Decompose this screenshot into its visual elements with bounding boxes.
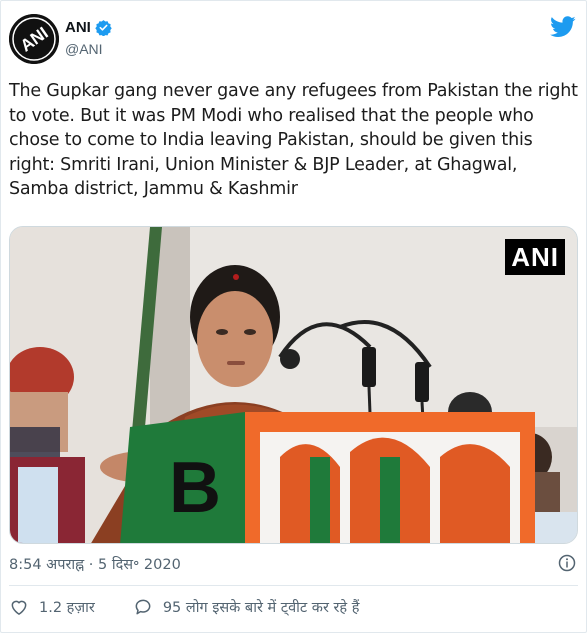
heart-icon	[11, 600, 27, 615]
account-avatar[interactable]: ANI	[9, 14, 59, 64]
like-count: 1.2 हज़ार	[39, 600, 95, 616]
conversation-link[interactable]: 95 लोग इसके बारे में ट्वीट कर रहे हैं	[133, 597, 360, 617]
podium-letter: B	[169, 448, 221, 528]
ani-watermark: ANI	[505, 239, 565, 275]
account-handle[interactable]: @ANI	[65, 41, 103, 57]
tweet-card: ANI ANI @ANI The Gupkar gang never gave …	[0, 0, 587, 633]
tweet-media-image[interactable]: B ANI	[9, 226, 578, 544]
divider	[9, 585, 578, 586]
tweet-text: The Gupkar gang never gave any refugees …	[9, 81, 578, 199]
info-icon[interactable]	[558, 554, 576, 572]
display-name[interactable]: ANI	[65, 19, 91, 36]
tweet-actions: 1.2 हज़ार 95 लोग इसके बारे में ट्वीट कर …	[9, 597, 359, 617]
verified-badge-icon	[95, 20, 112, 36]
tweet-timestamp[interactable]: 8:54 अपराह्न · 5 दिस॰ 2020	[9, 554, 181, 574]
conversation-text: 95 लोग इसके बारे में ट्वीट कर रहे हैं	[162, 600, 360, 616]
ani-logo: ANI	[9, 14, 59, 64]
twitter-bird-icon[interactable]	[550, 16, 576, 38]
name-row: ANI	[65, 19, 112, 36]
rally-photo: B	[10, 227, 577, 543]
speech-bubble-icon	[135, 599, 151, 615]
like-button[interactable]: 1.2 हज़ार	[9, 597, 95, 617]
